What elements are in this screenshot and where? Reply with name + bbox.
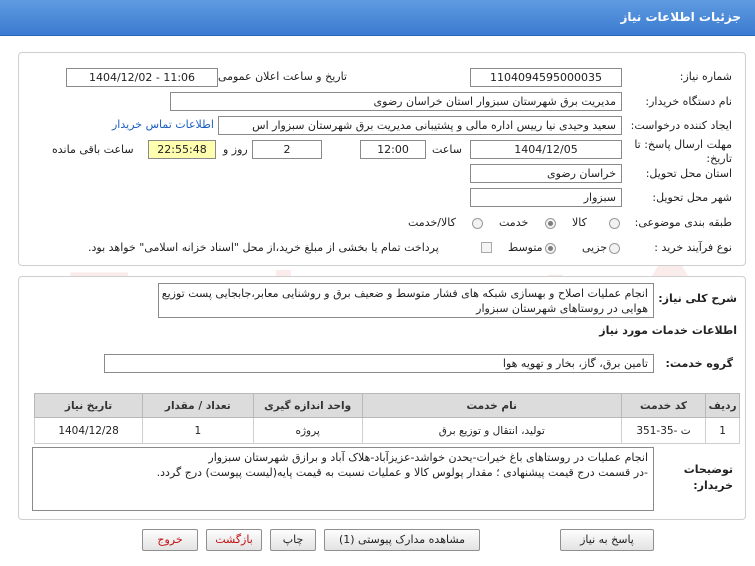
buyer-notes-line-1: انجام عملیات در روستاهای باغ خیرات-یحدن … — [208, 451, 648, 464]
creator-label: ایجاد کننده درخواست: — [630, 119, 732, 132]
summary-line-2: هوایی در روستاهای شهرستان سبزوار — [476, 302, 648, 315]
service-group-field[interactable]: تامین برق، گاز، بخار و تهویه هوا — [104, 354, 654, 373]
buyer-notes-textarea[interactable]: انجام عملیات در روستاهای باغ خیرات-یحدن … — [32, 447, 654, 511]
buyer-org-field[interactable]: مدیریت برق شهرستان سبزوار استان خراسان ر… — [170, 92, 622, 111]
city-field[interactable]: سبزوار — [470, 188, 622, 207]
category-label: طبقه بندی موضوعی: — [634, 216, 732, 229]
summary-line-1: انجام عملیات اصلاح و بهسازی شبکه های فشا… — [161, 287, 648, 300]
category-goods-radio[interactable] — [609, 218, 620, 229]
buyer-notes-line-2: -در قسمت درج قیمت پیشنهادی ؛ مقدار پولوس… — [156, 466, 648, 479]
remaining-time-label: ساعت باقی مانده — [52, 143, 134, 156]
treasury-bonds-checkbox[interactable] — [481, 242, 492, 253]
cell-service-code: ت -35-351 — [620, 417, 707, 444]
col-name-header: نام خدمت — [361, 393, 622, 418]
col-qty-header: تعداد / مقدار — [142, 393, 254, 418]
col-code-header: کد خدمت — [620, 393, 707, 418]
remaining-days-field: 2 — [252, 140, 322, 159]
city-label: شهر محل تحویل: — [652, 191, 732, 204]
days-label: روز و — [223, 143, 248, 156]
announce-date-field[interactable]: 1404/12/02 - 11:06 — [66, 68, 218, 87]
treasury-bonds-note: پرداخت تمام یا بخشی از مبلغ خرید،از محل … — [88, 241, 439, 254]
deadline-time-field[interactable]: 12:00 — [360, 140, 426, 159]
category-goods-service-label: کالا/خدمت — [408, 216, 456, 229]
process-type-label: نوع فرآیند خرید : — [654, 241, 732, 254]
announce-date-label: تاریخ و ساعت اعلان عمومی: — [214, 70, 347, 83]
page-title: جزئیات اطلاعات نیاز — [620, 10, 741, 24]
category-goods-service-radio[interactable] — [472, 218, 483, 229]
services-table: ردیف کد خدمت نام خدمت واحد اندازه گیری ت… — [33, 393, 740, 444]
need-number-field[interactable]: 1104094595000035 — [470, 68, 622, 87]
deadline-label: مهلت ارسال پاسخ: تا تاریخ: — [634, 138, 732, 165]
category-service-radio[interactable] — [545, 218, 556, 229]
cell-unit: پروژه — [252, 417, 363, 444]
service-group-label: گروه خدمت: — [665, 357, 733, 370]
deadline-time-label: ساعت — [432, 143, 462, 156]
process-minor-label: جزیی — [582, 241, 608, 254]
col-row-header: ردیف — [705, 393, 740, 418]
print-button[interactable]: چاپ — [270, 529, 316, 551]
category-goods-label: کالا — [572, 216, 587, 229]
process-medium-label: متوسط — [508, 241, 543, 254]
need-number-label: شماره نیاز: — [679, 70, 732, 83]
buyer-notes-label: توضیحات خریدار: — [683, 463, 733, 492]
deadline-date-field[interactable]: 1404/12/05 — [470, 140, 622, 159]
col-unit-header: واحد اندازه گیری — [252, 393, 363, 418]
exit-button[interactable]: خروج — [142, 529, 198, 551]
province-label: استان محل تحویل: — [645, 167, 732, 180]
category-service-label: خدمت — [499, 216, 529, 229]
cell-service-name: تولید، انتقال و توزیع برق — [361, 417, 622, 444]
view-documents-button[interactable]: مشاهده مدارک پیوستی (1) — [324, 529, 480, 551]
title-bar: جزئیات اطلاعات نیاز — [0, 0, 755, 36]
back-button[interactable]: بازگشت — [206, 529, 262, 551]
services-heading: اطلاعات خدمات مورد نیاز — [599, 324, 737, 337]
table-header-row: ردیف کد خدمت نام خدمت واحد اندازه گیری ت… — [33, 393, 740, 418]
province-field[interactable]: خراسان رضوی — [470, 164, 622, 183]
process-minor-radio[interactable] — [609, 243, 620, 254]
cell-need-date: 1404/12/28 — [33, 417, 144, 444]
process-medium-radio[interactable] — [545, 243, 556, 254]
reply-button[interactable]: پاسخ به نیاز — [560, 529, 654, 551]
remaining-time-field: 22:55:48 — [148, 140, 216, 159]
table-row[interactable]: 1 ت -35-351 تولید، انتقال و توزیع برق پر… — [33, 417, 740, 444]
contact-buyer-link[interactable]: اطلاعات تماس خریدار — [112, 118, 214, 131]
col-date-header: تاریخ نیاز — [33, 393, 144, 418]
summary-label: شرح کلی نیاز: — [658, 292, 737, 305]
buyer-org-label: نام دستگاه خریدار: — [645, 95, 732, 108]
creator-field[interactable]: سعید وحیدی نیا رییس اداره مالی و پشتیبان… — [218, 116, 622, 135]
summary-textarea[interactable]: انجام عملیات اصلاح و بهسازی شبکه های فشا… — [158, 283, 654, 318]
cell-quantity: 1 — [142, 417, 254, 444]
cell-row-number: 1 — [705, 417, 740, 444]
